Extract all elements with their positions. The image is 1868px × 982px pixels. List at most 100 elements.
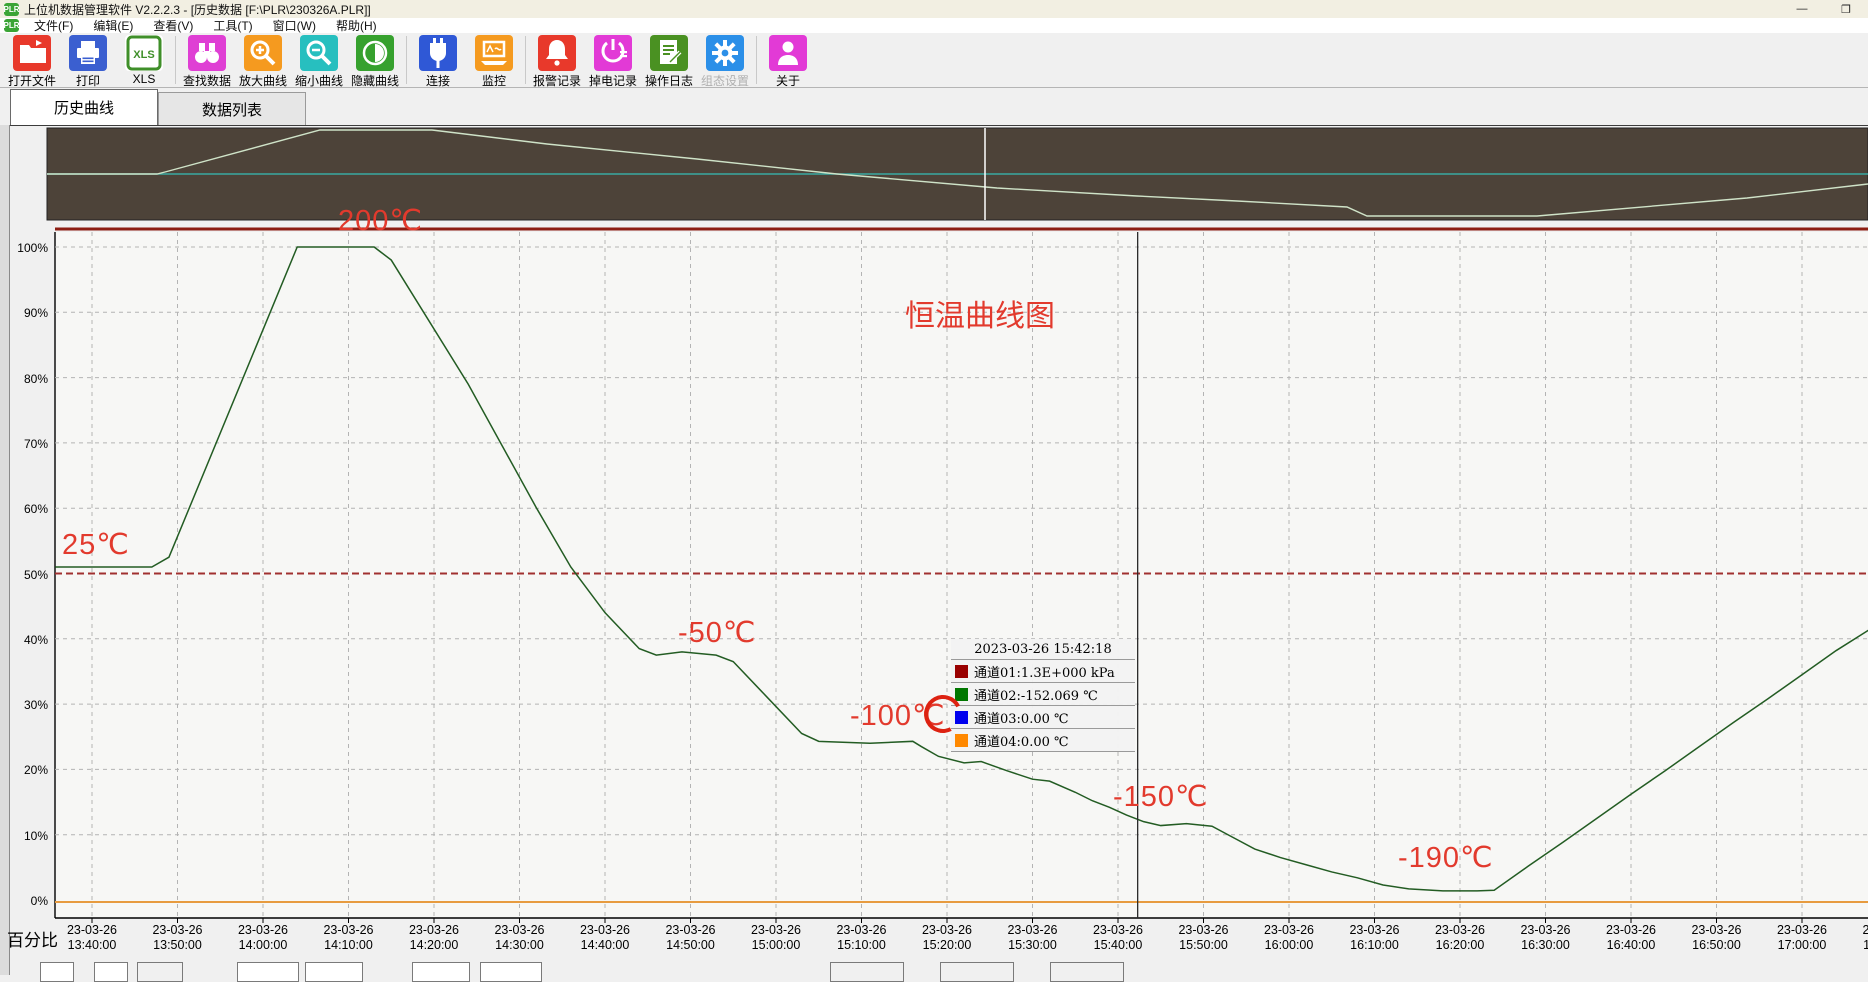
x-axis-tick-label: 23-03-2616:50:00 xyxy=(1691,923,1741,953)
x-tick-date: 23-03-26 xyxy=(580,923,630,937)
toolbar-button-binoculars[interactable]: 查找数据 xyxy=(179,33,235,87)
zoom-in-icon xyxy=(244,35,282,71)
footer-button-2[interactable] xyxy=(137,962,183,982)
toolbar-label: 查找数据 xyxy=(183,72,231,89)
toolbar-button-power[interactable]: 掉电记录 xyxy=(585,33,641,87)
toolbar-button-contrast[interactable]: 隐藏曲线 xyxy=(347,33,403,87)
footer-combo-5[interactable] xyxy=(412,962,470,982)
toolbar-label: 掉电记录 xyxy=(589,72,637,89)
menu-item-1[interactable]: 编辑(E) xyxy=(83,17,143,34)
x-axis-tick-label: 23-03-2615:40:00 xyxy=(1093,923,1143,953)
history-curve-canvas[interactable] xyxy=(0,125,1868,975)
x-tick-time: 14:30:00 xyxy=(495,938,544,952)
restore-button[interactable]: ❐ xyxy=(1824,0,1868,18)
x-tick-date: 23-03-26 xyxy=(1520,923,1570,937)
channel-value: 通道04:0.00 ℃ xyxy=(974,731,1069,750)
temp-annotation-5: -190℃ xyxy=(1398,840,1494,875)
x-tick-time: 16:50:00 xyxy=(1692,938,1741,952)
channel-color-swatch xyxy=(955,734,968,747)
footer-button-9[interactable] xyxy=(1050,962,1124,982)
footer-spinner-0[interactable] xyxy=(40,962,74,982)
footer-spinner-1[interactable] xyxy=(94,962,128,982)
x-axis-tick-label: 23-03-2615:30:00 xyxy=(1007,923,1057,953)
toolbar-button-monitor[interactable]: 监控 xyxy=(466,33,522,87)
toolbar-button-bell[interactable]: 报警记录 xyxy=(529,33,585,87)
footer-button-8[interactable] xyxy=(940,962,1014,982)
x-tick-time: 17:00:00 xyxy=(1778,938,1827,952)
x-tick-time: 16:40:00 xyxy=(1607,938,1656,952)
tab-data-list[interactable]: 数据列表 xyxy=(158,92,306,125)
footer-combo-3[interactable] xyxy=(237,962,299,982)
x-axis-tick-label: 23-03-2615:50:00 xyxy=(1178,923,1228,953)
bell-icon xyxy=(538,35,576,71)
menu-item-5[interactable]: 帮助(H) xyxy=(326,17,387,34)
x-tick-time: 14:00:00 xyxy=(239,938,288,952)
menu-item-3[interactable]: 工具(T) xyxy=(203,17,262,34)
person-icon xyxy=(769,35,807,71)
x-tick-date: 23-03-26 xyxy=(665,923,715,937)
x-tick-time: 16:00:00 xyxy=(1265,938,1314,952)
channel-value: 通道01:1.3E+000 kPa xyxy=(974,662,1115,681)
toolbar-label: 打印 xyxy=(76,72,100,89)
toolbar-button-zoom-out[interactable]: 缩小曲线 xyxy=(291,33,347,87)
chart-title: 恒温曲线图 xyxy=(905,291,1055,335)
toolbar-label: 连接 xyxy=(426,72,450,89)
toolbar-button-doc-pencil[interactable]: 操作日志 xyxy=(641,33,697,87)
x-axis-tick-label: 23-03-2614:40:00 xyxy=(580,923,630,953)
toolbar-button-xls[interactable]: XLS XLS xyxy=(116,33,172,87)
y-axis-tick-label: 60% xyxy=(8,502,48,516)
y-axis-tick-label: 20% xyxy=(8,763,48,777)
monitor-icon xyxy=(475,35,513,71)
x-tick-date: 23-03-26 xyxy=(67,923,117,937)
tab-history-curve[interactable]: 历史曲线 xyxy=(10,89,158,125)
x-tick-date: 23-03-26 xyxy=(1606,923,1656,937)
x-axis-tick-label: 23-03-2616:30:00 xyxy=(1520,923,1570,953)
toolbar-label: 隐藏曲线 xyxy=(351,72,399,89)
x-axis-tick-label: 23-03-2616:00:00 xyxy=(1264,923,1314,953)
x-tick-date: 23-03-26 xyxy=(922,923,972,937)
x-tick-date: 23-03-26 xyxy=(1007,923,1057,937)
x-tick-time: 16:30:00 xyxy=(1521,938,1570,952)
toolbar-separator xyxy=(525,36,526,84)
toolbar: 打开文件打印 XLS XLS 查找数据放大曲线缩小曲线隐藏曲线 连接监控报警记录掉电记录… xyxy=(0,33,1868,88)
toolbar-button-open-file[interactable]: 打开文件 xyxy=(4,33,60,87)
y-axis-mode-label: 百分比 xyxy=(7,926,58,951)
x-axis-tick-label: 23-03-2616:40:00 xyxy=(1606,923,1656,953)
x-tick-time: 15:10:00 xyxy=(837,938,886,952)
binoculars-icon xyxy=(188,35,226,71)
svg-text:XLS: XLS xyxy=(133,49,154,61)
toolbar-separator xyxy=(756,36,757,84)
y-axis-tick-label: 50% xyxy=(8,568,48,582)
toolbar-button-person[interactable]: 关于 xyxy=(760,33,816,87)
footer-combo-6[interactable] xyxy=(480,962,542,982)
document-icon: PLR xyxy=(4,19,19,32)
channel-color-swatch xyxy=(955,665,968,678)
x-axis-tick-label: 23-03-2615:10:00 xyxy=(836,923,886,953)
toolbar-label: XLS xyxy=(133,72,156,86)
tab-bar: 历史曲线数据列表 xyxy=(10,88,1868,126)
open-file-icon xyxy=(13,35,51,71)
temp-annotation-0: 200℃ xyxy=(338,203,423,238)
gear-icon xyxy=(706,35,744,71)
menu-item-4[interactable]: 窗口(W) xyxy=(263,17,326,34)
footer-combo-4[interactable] xyxy=(305,962,363,982)
chart-stage: 恒温曲线图 200℃25℃-50℃-100℃-150℃-190℃ 2023-03… xyxy=(0,125,1868,975)
minimize-button[interactable]: — xyxy=(1780,0,1824,18)
x-tick-time: 15:50:00 xyxy=(1179,938,1228,952)
doc-pencil-icon xyxy=(650,35,688,71)
menu-item-0[interactable]: 文件(F) xyxy=(24,17,83,34)
x-axis-tick-label: 23-03-2614:30:00 xyxy=(494,923,544,953)
x-axis-tick-label: 23-03-2614:10:00 xyxy=(323,923,373,953)
toolbar-label: 缩小曲线 xyxy=(295,72,343,89)
xls-icon: XLS xyxy=(125,35,163,71)
menu-item-2[interactable]: 查看(V) xyxy=(143,17,203,34)
x-tick-date: 23-03-26 xyxy=(1435,923,1485,937)
footer-button-7[interactable] xyxy=(830,962,904,982)
x-tick-time: 14:40:00 xyxy=(581,938,630,952)
x-axis-tick-label: 23-03-2617:10:00 xyxy=(1862,923,1868,953)
toolbar-button-plug[interactable]: 连接 xyxy=(410,33,466,87)
toolbar-button-printer[interactable]: 打印 xyxy=(60,33,116,87)
toolbar-button-zoom-in[interactable]: 放大曲线 xyxy=(235,33,291,87)
title-bar: PLR 上位机数据管理软件 V2.2.2.3 - [历史数据 [F:\PLR\2… xyxy=(0,0,1868,18)
x-axis-tick-label: 23-03-2613:40:00 xyxy=(67,923,117,953)
